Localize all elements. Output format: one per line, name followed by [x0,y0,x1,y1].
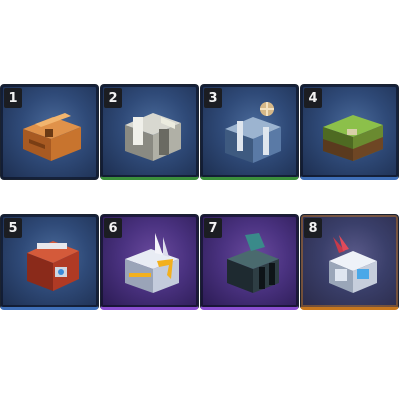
inventory-slot-1[interactable]: 1 [0,84,99,180]
inventory-slot-4[interactable]: 4 [300,84,399,180]
inventory-slot-6[interactable]: 6 [100,214,199,310]
bronze-chest-icon [23,113,81,161]
inventory-row-2: 5 6 7 8 [0,214,400,310]
inventory-slot-8[interactable]: 8 [300,214,399,310]
inventory-slot-7[interactable]: 7 [200,214,299,310]
steel-chest-icon [225,102,281,163]
winged-gold-chest-icon [125,233,179,293]
inventory-row-1: 1 2 3 4 [0,84,400,180]
red-armor-chest-icon [27,241,79,291]
inventory-slot-2[interactable]: 2 [100,84,199,180]
inventory-slot-3[interactable]: 3 [200,84,299,180]
silver-chest-icon [125,113,181,161]
inventory-slot-5[interactable]: 5 [0,214,99,310]
crystal-chest-icon [329,235,377,293]
dark-chest-icon [227,233,279,293]
mossy-chest-icon [323,115,383,161]
